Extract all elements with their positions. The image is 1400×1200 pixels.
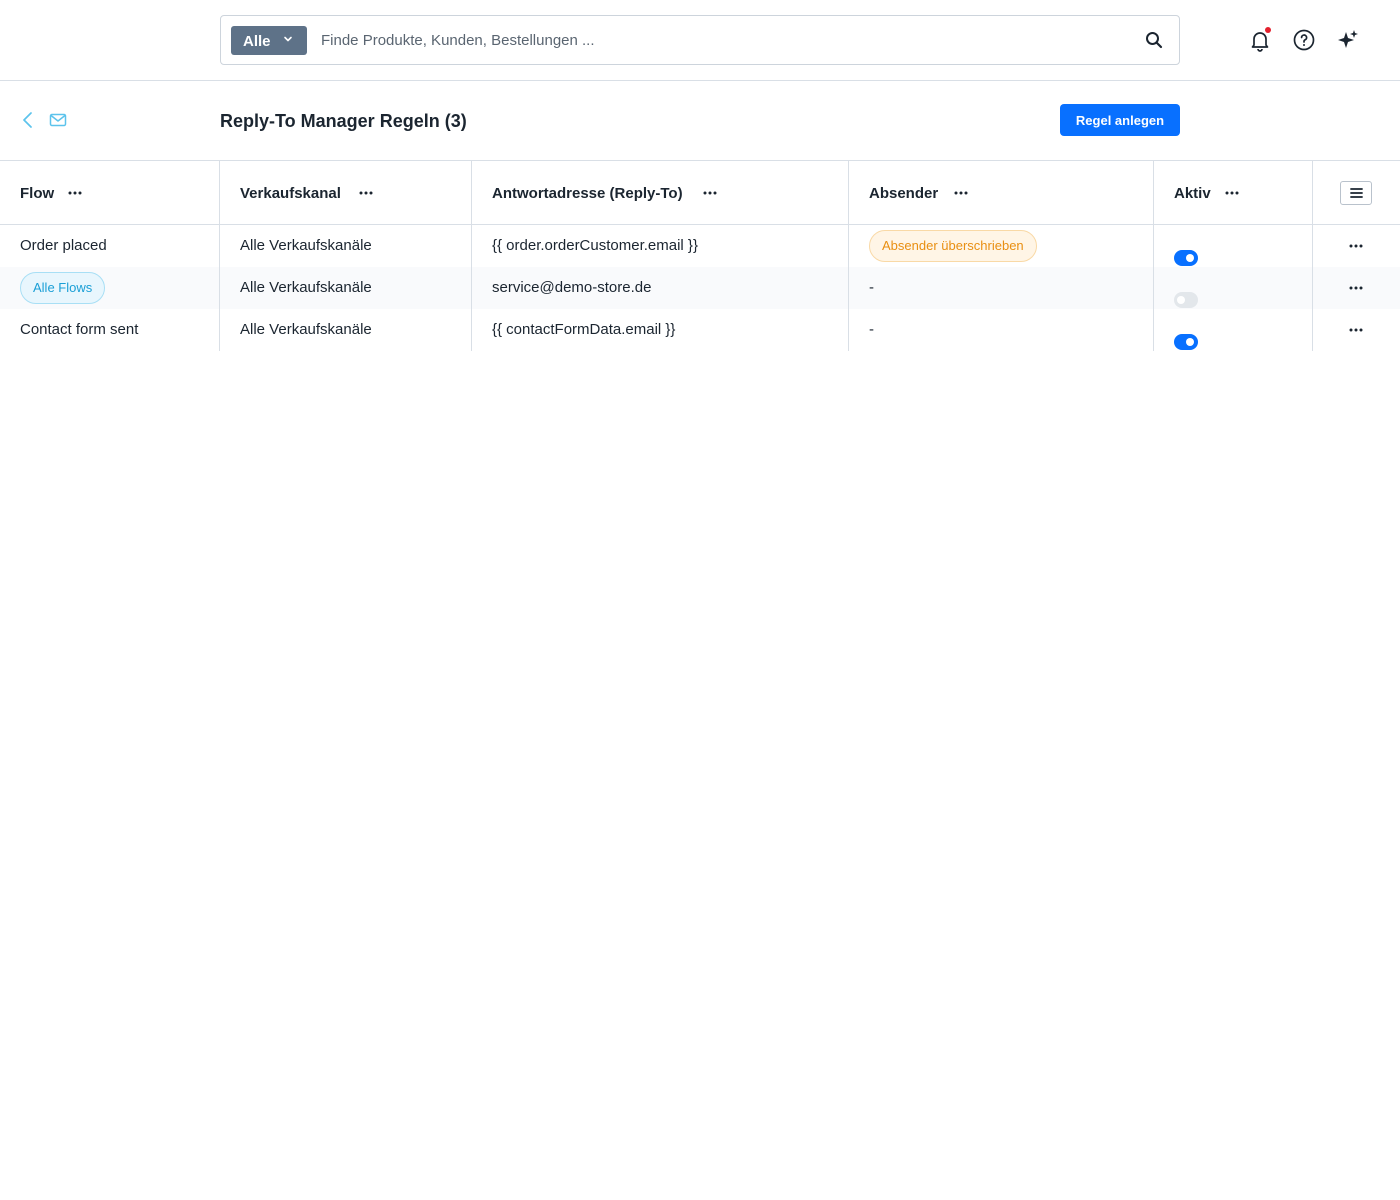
chevron-down-icon — [284, 36, 292, 42]
sales-channel-value: Alle Verkaufskanäle — [240, 237, 372, 254]
cell-sales-channel: Alle Verkaufskanäle — [220, 309, 472, 351]
cell-active — [1154, 267, 1313, 309]
all-flows-badge[interactable]: Alle Flows — [20, 272, 106, 304]
sender-value: - — [869, 321, 874, 338]
more-horizontal-icon[interactable] — [1346, 236, 1366, 256]
sparkle-icon — [1338, 30, 1358, 48]
cell-sender: Absender überschrieben — [849, 225, 1154, 267]
global-search: Alle — [220, 15, 1180, 65]
reply-to-value: {{ order.orderCustomer.email }} — [492, 237, 698, 254]
list-icon — [1350, 188, 1363, 198]
column-label: Flow — [20, 185, 55, 202]
chevron-left-icon[interactable] — [20, 111, 36, 129]
cell-reply-to: service@demo-store.de — [472, 267, 849, 309]
column-header-flow: Flow — [0, 161, 220, 225]
sales-channel-value: Alle Verkaufskanäle — [240, 279, 372, 296]
notification-badge — [1265, 27, 1271, 33]
cell-reply-to: {{ contactFormData.email }} — [472, 309, 849, 351]
column-header-active: Aktiv — [1154, 161, 1313, 225]
cell-sales-channel: Alle Verkaufskanäle — [220, 225, 472, 267]
column-label: Absender — [869, 185, 939, 202]
column-label: Verkaufskanal — [240, 185, 341, 202]
column-label: Antwortadresse (Reply-To) — [492, 185, 683, 202]
more-horizontal-icon[interactable] — [65, 183, 85, 203]
cell-sales-channel: Alle Verkaufskanäle — [220, 267, 472, 309]
cell-active — [1154, 225, 1313, 267]
sender-value: - — [869, 279, 874, 296]
cell-active — [1154, 309, 1313, 351]
page-title: Reply-To Manager Regeln (3) — [220, 111, 467, 131]
more-horizontal-icon[interactable] — [1346, 278, 1366, 298]
search-type-dropdown[interactable]: Alle — [231, 26, 307, 55]
table-row[interactable]: Contact form sent Alle Verkaufskanäle {{… — [0, 309, 1400, 351]
column-header-sales-channel: Verkaufskanal — [220, 161, 472, 225]
table-row[interactable]: Order placed Alle Verkaufskanäle {{ orde… — [0, 225, 1400, 267]
more-horizontal-icon[interactable] — [1346, 320, 1366, 340]
column-settings-button[interactable] — [1340, 181, 1372, 205]
help-button[interactable] — [1292, 28, 1316, 52]
reply-to-value: service@demo-store.de — [492, 279, 652, 296]
notifications-button[interactable] — [1248, 27, 1272, 52]
cell-reply-to: {{ order.orderCustomer.email }} — [472, 225, 849, 267]
flow-name[interactable]: Contact form sent — [20, 321, 138, 338]
mail-icon — [49, 113, 67, 127]
cell-sender: - — [849, 267, 1154, 309]
cell-sender: - — [849, 309, 1154, 351]
flow-name[interactable]: Order placed — [20, 237, 107, 254]
cell-flow: Alle Flows — [0, 267, 220, 309]
search-icon[interactable] — [1145, 31, 1163, 49]
active-toggle[interactable] — [1174, 292, 1198, 308]
more-horizontal-icon[interactable] — [700, 183, 720, 203]
more-horizontal-icon[interactable] — [951, 183, 971, 203]
create-rule-button[interactable]: Regel anlegen — [1060, 104, 1180, 136]
cell-flow: Contact form sent — [0, 309, 220, 351]
column-header-sender: Absender — [849, 161, 1154, 225]
column-header-reply-to: Antwortadresse (Reply-To) — [472, 161, 849, 225]
table-header: Flow Verkaufskanal Antwortadresse (Reply… — [0, 161, 1400, 225]
sales-channel-value: Alle Verkaufskanäle — [240, 321, 372, 338]
more-horizontal-icon[interactable] — [356, 183, 376, 203]
reply-to-value: {{ contactFormData.email }} — [492, 321, 676, 338]
search-type-label: Alle — [243, 33, 271, 50]
ai-assistant-button[interactable] — [1336, 28, 1360, 52]
active-toggle[interactable] — [1174, 250, 1198, 266]
top-bar: Alle — [0, 0, 1400, 81]
cell-flow: Order placed — [0, 225, 220, 267]
active-toggle[interactable] — [1174, 334, 1198, 350]
column-label: Aktiv — [1174, 185, 1211, 202]
sender-override-badge: Absender überschrieben — [869, 230, 1037, 262]
help-icon — [1293, 29, 1315, 51]
more-horizontal-icon[interactable] — [1222, 183, 1242, 203]
table-row[interactable]: Alle Flows Alle Verkaufskanäle service@d… — [0, 267, 1400, 309]
search-input[interactable] — [321, 28, 1121, 52]
page-header: Reply-To Manager Regeln (3) Regel anlege… — [0, 81, 1400, 161]
